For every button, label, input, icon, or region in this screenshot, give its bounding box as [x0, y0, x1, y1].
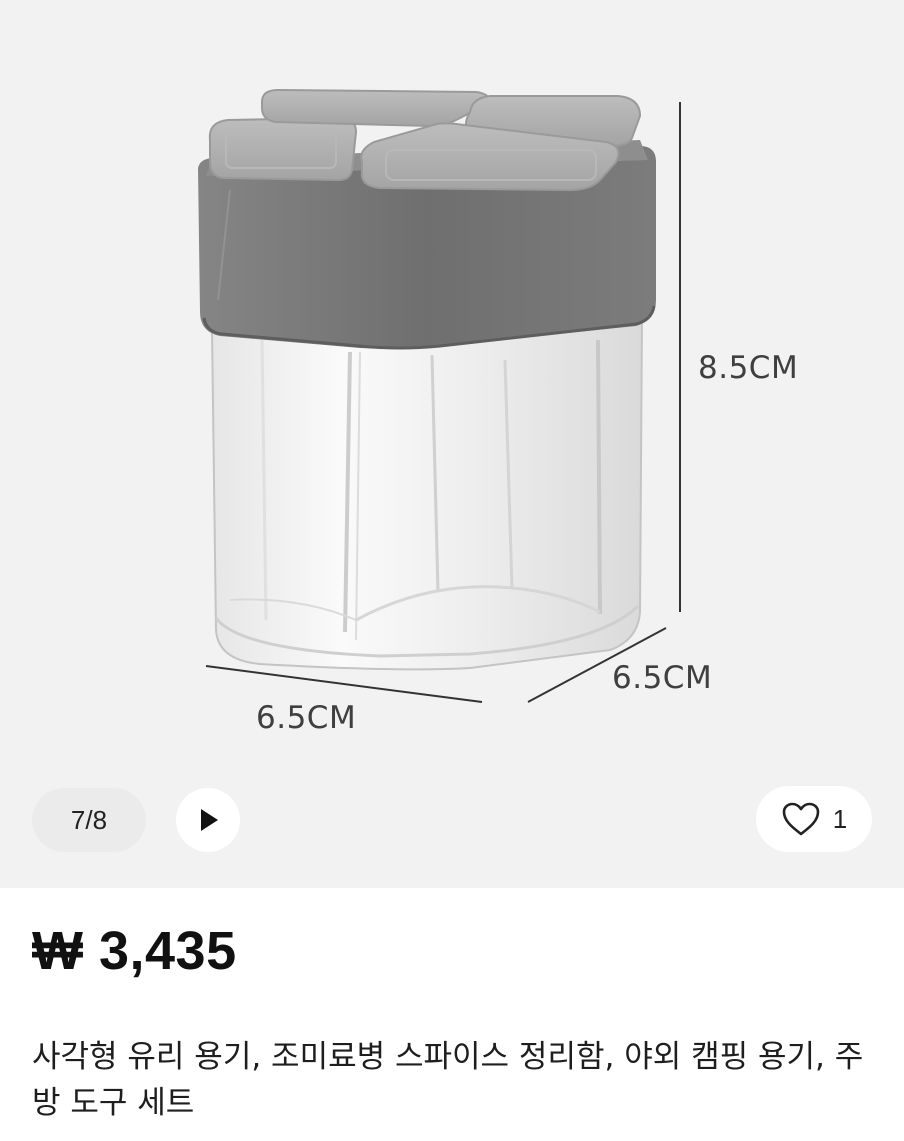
- heart-outline-icon: [782, 802, 820, 836]
- play-button[interactable]: [176, 788, 240, 852]
- product-price: ₩ 3,435: [32, 921, 237, 981]
- product-image: [198, 88, 681, 703]
- like-button[interactable]: 1: [756, 786, 872, 852]
- height-dimension-label: 8.5CM: [698, 350, 799, 386]
- image-counter: 7/8: [32, 788, 146, 852]
- width-dimension-label: 6.5CM: [256, 700, 357, 736]
- depth-dimension-label: 6.5CM: [612, 660, 713, 696]
- product-title: 사각형 유리 용기, 조미료병 스파이스 정리함, 야외 캠핑 용기, 주방 도…: [32, 1039, 864, 1121]
- product-image-gallery[interactable]: 8.5CM 6.5CM 6.5CM 7/8 1: [0, 0, 904, 888]
- like-count: 1: [832, 803, 848, 834]
- play-icon: [201, 809, 218, 831]
- image-counter-text: 7/8: [70, 804, 108, 835]
